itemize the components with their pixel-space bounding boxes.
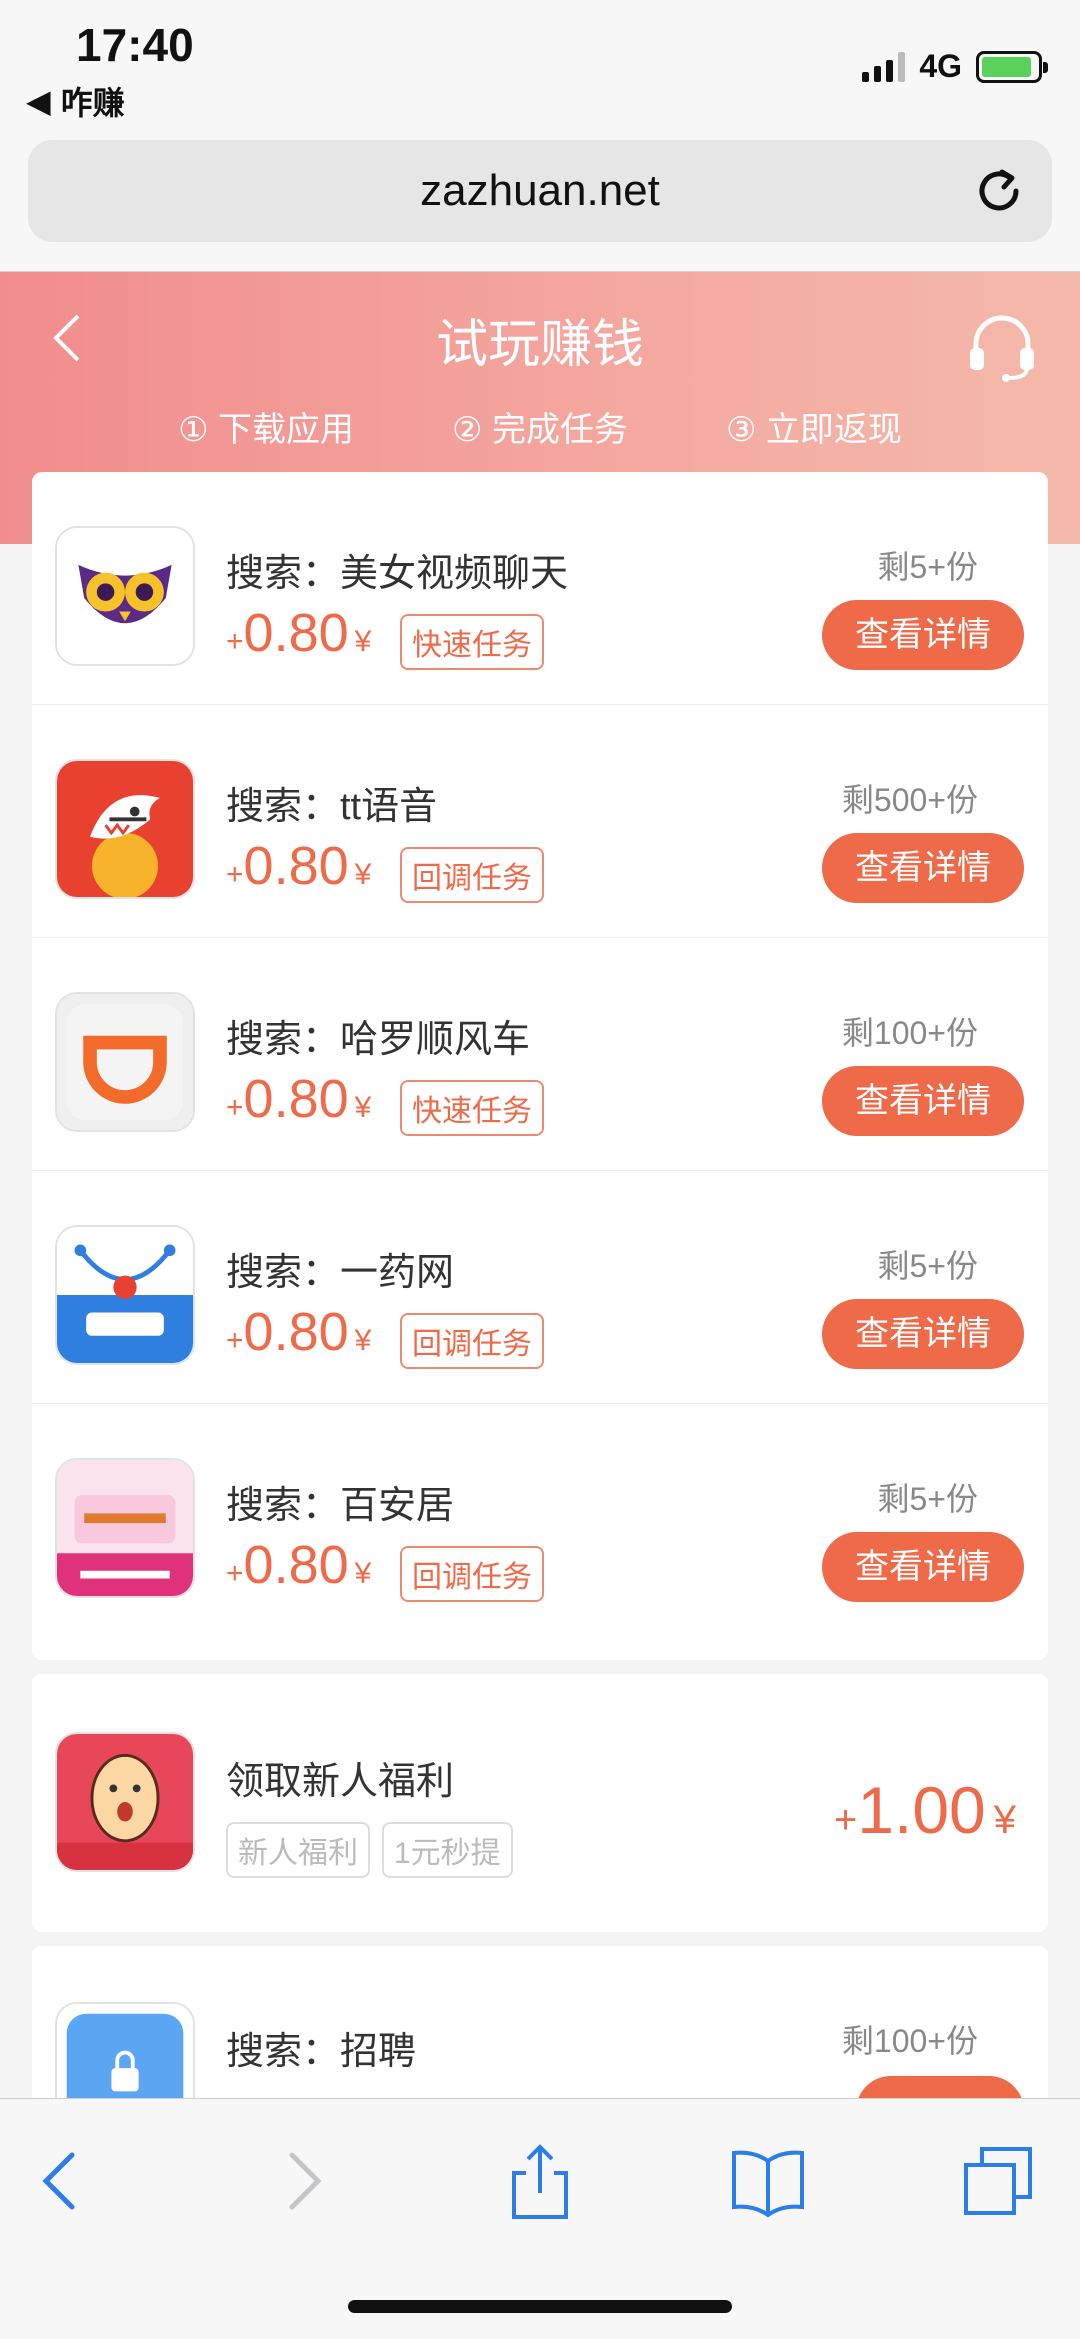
task-name: 搜索：招聘 — [226, 2031, 417, 2073]
task-type-badge: 回调任务 — [400, 1546, 544, 1602]
task-reward: + 0.80 ¥ — [226, 603, 372, 663]
bookmarks-icon[interactable] — [728, 2141, 808, 2221]
share-icon[interactable] — [500, 2141, 580, 2221]
view-details-button[interactable]: 查看详情 — [822, 600, 1024, 670]
view-details-button[interactable]: 查看详情 — [822, 1299, 1024, 1369]
remaining-count: 剩5+份 — [877, 1248, 979, 1284]
didi-app-icon — [55, 992, 195, 1132]
step-complete: ② 完成任务 — [452, 411, 628, 449]
egg-face-app-icon — [55, 1732, 195, 1872]
back-triangle-icon: ◀ — [26, 83, 51, 119]
step-download: ① 下载应用 — [178, 411, 355, 449]
task-list: 搜索：美女视频聊天 + 0.80 ¥ 快速任务 剩5+份 查看详情 搜索：tt语… — [32, 472, 1048, 1660]
reward-amount: 0.80 — [243, 836, 349, 896]
task-name: 搜索：tt语音 — [226, 786, 438, 828]
reward-amount: 0.80 — [243, 1069, 349, 1129]
task-type-badge: 快速任务 — [400, 614, 544, 670]
task-type-badge: 回调任务 — [400, 847, 544, 903]
back-icon[interactable] — [22, 2141, 102, 2221]
bonus-tag: 1元秒提 — [382, 1822, 513, 1878]
task-reward: + 0.80 ¥ — [226, 1535, 372, 1595]
page-title: 试玩赚钱 — [435, 316, 644, 374]
tabs-icon[interactable] — [958, 2141, 1038, 2221]
reward-amount: 0.80 — [243, 1535, 349, 1595]
task-row[interactable]: 搜索：tt语音 + 0.80 ¥ 回调任务 剩500+份 查看详情 — [32, 705, 1048, 938]
reward-amount: 0.80 — [243, 603, 349, 663]
remaining-count: 剩100+份 — [841, 2023, 978, 2059]
bonus-title: 领取新人福利 — [226, 1761, 455, 1803]
home-indicator[interactable] — [348, 2300, 732, 2313]
battery-icon — [976, 50, 1048, 83]
task-name: 搜索：哈罗顺风车 — [226, 1019, 531, 1061]
bonus-tag: 新人福利 — [226, 1822, 370, 1878]
remaining-count: 剩500+份 — [841, 782, 978, 818]
reload-icon[interactable] — [972, 164, 1026, 218]
task-reward: + 0.80 ¥ — [226, 1302, 372, 1362]
url-text: zazhuan.net — [420, 166, 660, 215]
task-row[interactable]: 搜索：一药网 + 0.80 ¥ 回调任务 剩5+份 查看详情 — [32, 1171, 1048, 1404]
browser-address-area: zazhuan.net — [0, 130, 1080, 272]
task-name: 搜索：百安居 — [226, 1485, 455, 1527]
aikongjian-app-icon — [55, 1458, 195, 1598]
task-row[interactable]: 搜索：哈罗顺风车 + 0.80 ¥ 快速任务 剩100+份 查看详情 — [32, 938, 1048, 1171]
task-row[interactable]: 搜索：百安居 + 0.80 ¥ 回调任务 剩5+份 查看详情 — [32, 1404, 1048, 1637]
bonus-amount: 1.00 — [857, 1773, 986, 1847]
bonus-reward: + 1.00 ¥ — [833, 1773, 1016, 1847]
task-name: 搜索：一药网 — [226, 1252, 455, 1294]
task-name: 搜索：美女视频聊天 — [226, 553, 569, 595]
task-row[interactable]: 搜索：美女视频聊天 + 0.80 ¥ 快速任务 剩5+份 查看详情 — [32, 472, 1048, 705]
status-bar: 17:40 ◀ 咋赚 4G — [0, 0, 1080, 130]
remaining-count: 剩100+份 — [841, 1015, 978, 1051]
view-details-button[interactable]: 查看详情 — [822, 1532, 1024, 1602]
address-bar[interactable]: zazhuan.net — [28, 140, 1052, 242]
task-reward: + 0.80 ¥ — [226, 836, 372, 896]
view-details-button[interactable]: 查看详情 — [822, 1066, 1024, 1136]
task-type-badge: 回调任务 — [400, 1313, 544, 1369]
owl-app-icon — [55, 526, 195, 666]
back-app-label: 咋赚 — [60, 85, 125, 121]
steps-bar: ① 下载应用 ② 完成任务 ③ 立即返现 — [0, 402, 1080, 451]
remaining-count: 剩5+份 — [877, 549, 979, 585]
step-cashback: ③ 立即返现 — [725, 411, 902, 449]
forward-icon[interactable] — [262, 2141, 342, 2221]
network-type: 4G — [919, 48, 962, 84]
reward-amount: 0.80 — [243, 1302, 349, 1362]
shark-app-icon — [55, 759, 195, 899]
task-type-badge: 快速任务 — [400, 1080, 544, 1136]
new-user-bonus-card[interactable]: 领取新人福利 新人福利 1元秒提 + 1.00 ¥ — [32, 1674, 1048, 1932]
headset-icon[interactable] — [964, 308, 1040, 384]
jianke-app-icon — [55, 1225, 195, 1365]
task-reward: + 0.80 ¥ — [226, 1069, 372, 1129]
back-to-app-link[interactable]: ◀ 咋赚 — [26, 78, 125, 124]
signal-icon — [862, 51, 906, 82]
status-time: 17:40 — [76, 19, 194, 71]
view-details-button[interactable]: 查看详情 — [822, 833, 1024, 903]
remaining-count: 剩5+份 — [877, 1481, 979, 1517]
